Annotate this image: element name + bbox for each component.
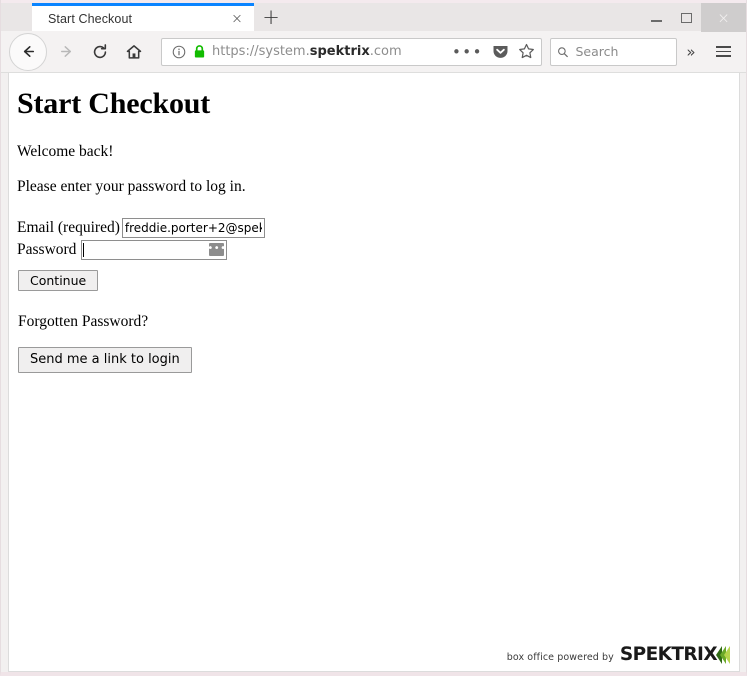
window-controls: ×: [641, 3, 746, 32]
forgotten-password-text: Forgotten Password?: [18, 313, 149, 331]
maximize-icon: [680, 12, 692, 23]
pocket-icon: [493, 46, 508, 58]
url-suffix: .com: [369, 44, 402, 59]
email-row: Email (required): [17, 217, 731, 238]
page-footer: box office powered by SPEKTRIX: [506, 643, 730, 665]
url-actions: •••: [446, 43, 535, 60]
address-bar[interactable]: https://system.spektrix.com •••: [161, 37, 542, 66]
menu-icon-line: [715, 45, 731, 48]
reload-button[interactable]: [83, 35, 117, 69]
password-text-caret: [83, 242, 85, 257]
page-viewport: Start Checkout Welcome back! Please ente…: [8, 73, 740, 672]
spektrix-chevrons-icon: [716, 645, 730, 664]
password-field-wrapper: •••: [81, 239, 228, 260]
spektrix-logo: SPEKTRIX: [619, 643, 730, 665]
password-autofill-icon[interactable]: •••: [207, 242, 227, 256]
tab-start-checkout[interactable]: Start Checkout ×: [32, 3, 254, 31]
home-button[interactable]: [117, 35, 151, 69]
maximize-button[interactable]: [671, 3, 701, 32]
tab-title: Start Checkout: [48, 11, 133, 26]
menu-icon-line: [715, 50, 731, 53]
email-input[interactable]: [121, 217, 265, 238]
login-form: Email (required) Password ••• Continue: [17, 217, 731, 292]
send-login-link-button[interactable]: Send me a link to login: [18, 347, 192, 373]
password-input[interactable]: [81, 239, 228, 260]
email-label: Email (required): [17, 218, 120, 236]
lock-icon: [194, 45, 205, 58]
page-actions-icon[interactable]: •••: [452, 44, 483, 59]
url-domain: spektrix: [309, 44, 370, 59]
search-input[interactable]: [568, 43, 670, 60]
url-scheme: https://system.: [212, 44, 310, 59]
close-window-button[interactable]: ×: [701, 3, 746, 32]
toolbar-overflow-button[interactable]: »: [677, 37, 705, 67]
search-icon: [558, 46, 568, 57]
new-tab-button[interactable]: +: [254, 3, 288, 31]
password-row: Password •••: [17, 239, 731, 260]
page-content: Start Checkout Welcome back! Please ente…: [9, 73, 739, 373]
page-info-icon: [172, 45, 186, 58]
forward-arrow-icon: [60, 46, 71, 57]
home-icon: [126, 44, 142, 59]
back-arrow-icon: [23, 46, 34, 57]
hamburger-menu-button[interactable]: [708, 37, 738, 67]
minimize-button[interactable]: [641, 3, 671, 32]
bookmark-star-icon: [519, 43, 534, 59]
forward-button[interactable]: [49, 35, 83, 69]
tab-close-icon[interactable]: ×: [228, 10, 246, 28]
menu-icon-line: [715, 55, 731, 58]
footer-tagline: box office powered by: [506, 652, 614, 663]
identity-box[interactable]: [168, 44, 212, 59]
url-text[interactable]: https://system.spektrix.com: [212, 44, 446, 59]
browser-window: Start Checkout × + × https://system.spek…: [0, 0, 747, 676]
continue-button[interactable]: Continue: [18, 270, 99, 292]
password-autofill-dots: •••: [207, 243, 227, 255]
password-label: Password: [17, 240, 77, 258]
page-title: Start Checkout: [17, 87, 211, 120]
reload-icon: [93, 43, 107, 58]
chevron-icon: [724, 645, 730, 664]
minimize-icon: [650, 20, 662, 22]
tab-strip: Start Checkout × + ×: [1, 0, 746, 32]
instruction-message: Please enter your password to log in.: [17, 178, 246, 196]
navigation-toolbar: https://system.spektrix.com ••• »: [1, 31, 746, 73]
back-button[interactable]: [9, 32, 47, 71]
spektrix-wordmark: SPEKTRIX: [619, 643, 718, 665]
search-box[interactable]: [550, 37, 677, 66]
welcome-message: Welcome back!: [17, 143, 114, 160]
